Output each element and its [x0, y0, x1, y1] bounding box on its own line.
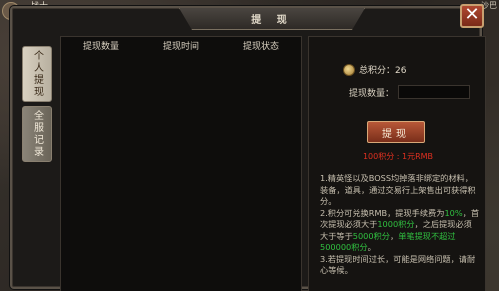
coin-icon [343, 63, 355, 76]
rule-text: 。 [367, 242, 376, 252]
total-points-label: 总积分：26 [359, 66, 407, 76]
amount-row: 提现数量： [349, 85, 471, 99]
rule-highlight: 5000积分 [352, 230, 390, 241]
total-points: 总积分：26 [343, 63, 406, 76]
withdraw-info-panel: 总积分：26 提现数量： 提现 100积分 : 1元RMB 1.精英怪以及BOS… [308, 36, 486, 291]
tab-label: 全服记录 [31, 110, 43, 158]
rule-highlight: 10% [444, 207, 463, 218]
column-header-amount: 提现数量 [82, 41, 119, 52]
withdraw-record-list[interactable]: 提现数量 提现时间 提现状态 [60, 36, 302, 291]
column-header-status: 提现状态 [242, 41, 279, 52]
list-header: 提现数量 提现时间 提现状态 [61, 37, 301, 53]
amount-input[interactable] [398, 85, 471, 99]
rule-text: 2.积分可兑换RMB，提现手续费为 [320, 207, 445, 218]
tab-label: 个人提现 [31, 50, 43, 98]
amount-label: 提现数量： [349, 88, 395, 99]
close-icon: ✕ [464, 4, 480, 25]
rule-text: 3.若提现时间过长，可能是网络问题，请耐心等候。 [320, 253, 476, 276]
rule-item: 1.精英怪以及BOSS均掉落非绑定的材料，装备，道具，通过交易行上架售出可获得积… [320, 173, 480, 208]
tab-personal-withdraw[interactable]: 个人提现 [22, 46, 52, 102]
withdraw-dialog: 提 现 ✕ 个人提现 全服记录 提现数量 提现时间 提现状态 总积分：26 提现… [10, 4, 486, 291]
dialog-title: 提 现 [251, 15, 293, 26]
rule-item: 2.积分可兑换RMB，提现手续费为10%，首次提现必须大于1000积分，之后提现… [320, 208, 480, 254]
rule-highlight: 1000积分 [377, 219, 415, 229]
rule-text: ， [389, 230, 399, 241]
tab-server-records[interactable]: 全服记录 [22, 106, 52, 162]
rule-item: 3.若提现时间过长，可能是网络问题，请耐心等候。 [320, 254, 480, 277]
rule-text: 1.精英怪以及BOSS均掉落非绑定的材料，装备，道具，通过交易行上架售出可获得积… [320, 173, 476, 206]
side-tabs: 个人提现 全服记录 [22, 46, 56, 166]
withdraw-button[interactable]: 提现 [367, 121, 425, 143]
exchange-rate: 100积分 : 1元RMB [362, 152, 434, 161]
dialog-title-bar: 提 现 [179, 8, 365, 30]
column-header-time: 提现时间 [162, 41, 199, 52]
withdraw-rules: 1.精英怪以及BOSS均掉落非绑定的材料，装备，道具，通过交易行上架售出可获得积… [320, 173, 480, 277]
close-button[interactable]: ✕ [460, 4, 484, 28]
